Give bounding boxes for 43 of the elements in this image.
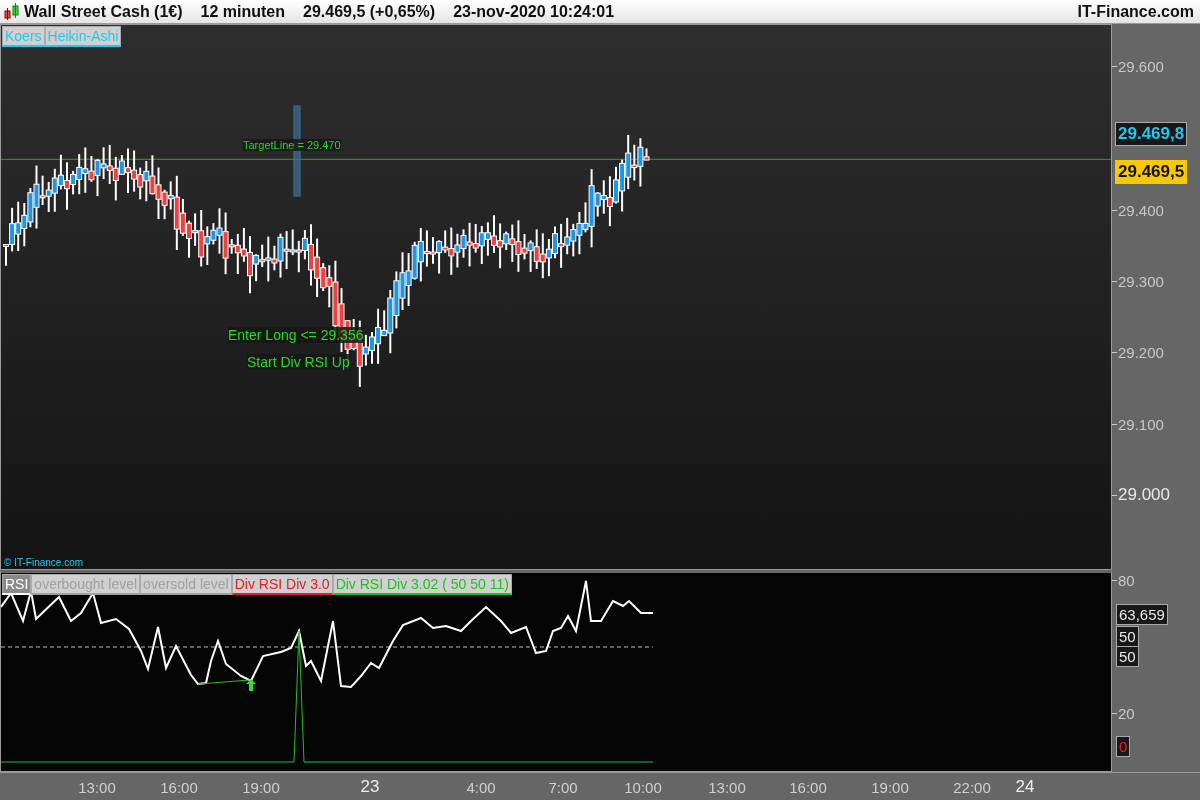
time-axis-label: 19:00	[871, 779, 909, 796]
indicator-tab[interactable]: Div RSI Div 3.0	[231, 574, 333, 595]
indicator-tab[interactable]: RSI	[2, 574, 32, 595]
chart-annotation: Start Div RSI Up	[247, 354, 350, 370]
price-axis-label: 29.100	[1118, 415, 1164, 433]
price-tag: 29.469,5	[1115, 160, 1188, 184]
interval-label: 12 minuten	[200, 2, 286, 21]
instrument-title: Wall Street Cash (1€)	[24, 2, 183, 21]
price-axis-label: 29.200	[1118, 343, 1164, 361]
time-axis-label: 23	[360, 777, 380, 797]
time-axis-label: 16:00	[160, 779, 198, 796]
price-label: 29.469,5 (+0,65%)	[303, 2, 436, 21]
candlestick-icon	[4, 2, 20, 21]
time-axis-label: 16:00	[789, 779, 827, 796]
chart-annotation: Enter Long <= 29.356	[228, 327, 364, 343]
price-tag: 29.469,8	[1115, 122, 1188, 146]
time-axis-label: 13:00	[708, 779, 746, 796]
indicator-tab[interactable]: Div RSI Div 3.02 ( 50 50 11)	[332, 574, 512, 595]
brand-label: IT-Finance.com	[1077, 2, 1194, 21]
rsi-axis-label: 20	[1118, 704, 1135, 722]
time-axis-label: 10:00	[624, 779, 662, 796]
divergence-line	[197, 679, 251, 685]
time-axis-label: 22:00	[953, 779, 991, 796]
up-arrow-icon	[246, 679, 256, 691]
rsi-axis-label: 80	[1118, 571, 1135, 589]
time-axis-label: 4:00	[466, 779, 496, 796]
time-axis-label: 24	[1015, 777, 1035, 797]
time-axis-label: 19:00	[242, 779, 280, 796]
price-axis-label: 29.000	[1118, 485, 1170, 505]
value-tag: 63,659	[1116, 604, 1168, 625]
price-axis-label: 29.400	[1118, 201, 1164, 219]
value-tag: 50	[1116, 626, 1139, 647]
price-axis-label: 29.300	[1118, 272, 1164, 290]
time-axis-label: 13:00	[78, 779, 116, 796]
time-axis-label: 7:00	[548, 779, 578, 796]
price-axis-label: 29.600	[1118, 57, 1164, 75]
copyright-label: © IT-Finance.com	[4, 557, 84, 568]
value-tag: 50	[1116, 646, 1139, 667]
indicator-tab[interactable]: Koers	[2, 26, 45, 47]
chart-annotation: TargetLine = 29.470	[243, 139, 341, 151]
value-tag: 0	[1116, 736, 1131, 757]
indicator-tab[interactable]: Heikin-Ashi	[44, 26, 122, 47]
datetime-label: 23-nov-2020 10:24:01	[453, 2, 615, 21]
